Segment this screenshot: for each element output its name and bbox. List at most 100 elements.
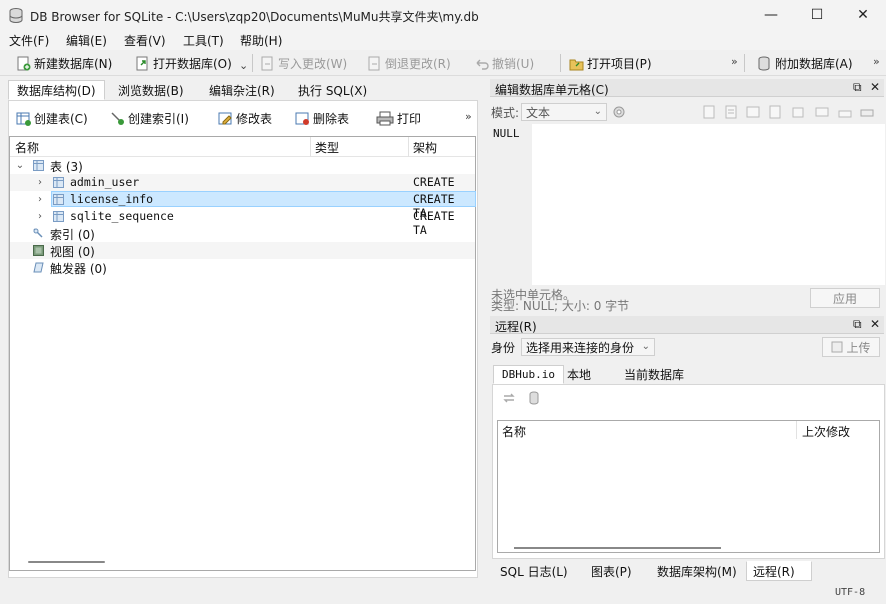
tab-current-database[interactable]: 当前数据库 bbox=[624, 366, 684, 383]
print-button[interactable]: 打印 bbox=[376, 108, 421, 128]
menu-view[interactable]: 查看(V) bbox=[124, 32, 166, 49]
table-name: license_info bbox=[70, 192, 154, 206]
horizontal-scrollbar[interactable] bbox=[514, 547, 721, 549]
menu-help[interactable]: 帮助(H) bbox=[240, 32, 282, 49]
export-file-icon[interactable] bbox=[724, 105, 738, 119]
tab-database-structure[interactable]: 数据库结构(D) bbox=[8, 80, 105, 100]
table-icon bbox=[53, 194, 64, 205]
printer-icon bbox=[376, 111, 394, 125]
auto-format-gear-icon[interactable] bbox=[612, 105, 626, 119]
modify-table-button[interactable]: 修改表 bbox=[218, 108, 272, 128]
remote-column-name[interactable]: 名称 bbox=[502, 423, 526, 440]
write-changes-button[interactable]: 写入更改(W) bbox=[260, 53, 347, 73]
column-divider bbox=[310, 137, 311, 157]
mode-select-value: 文本 bbox=[526, 105, 551, 120]
tab-edit-pragmas[interactable]: 编辑杂注(R) bbox=[200, 80, 284, 100]
tree-row-indices[interactable]: 索引 (0) bbox=[10, 225, 475, 242]
close-panel-icon[interactable]: ✕ bbox=[870, 317, 880, 331]
undo-button[interactable]: 撤销(U) bbox=[474, 53, 534, 73]
autoformat-icon[interactable] bbox=[815, 105, 829, 119]
create-index-button[interactable]: 创建索引(I) bbox=[110, 108, 189, 128]
close-button[interactable]: ✕ bbox=[840, 0, 886, 30]
tree-header: 名称 类型 架构 bbox=[10, 137, 475, 157]
identity-select[interactable]: 选择用来连接的身份 ⌄ bbox=[521, 338, 655, 356]
new-database-label: 新建数据库(N) bbox=[34, 56, 113, 71]
tree-row-triggers[interactable]: 触发器 (0) bbox=[10, 259, 475, 276]
table-group-icon bbox=[33, 160, 44, 171]
close-panel-icon[interactable]: ✕ bbox=[870, 80, 880, 94]
title-bar: DB Browser for SQLite - C:\Users\zqp20\D… bbox=[0, 0, 886, 30]
revert-changes-icon bbox=[368, 56, 380, 70]
tab-browse-data[interactable]: 浏览数据(B) bbox=[109, 80, 193, 100]
remote-column-last-modified[interactable]: 上次修改 bbox=[802, 423, 850, 440]
upload-button[interactable]: 上传 bbox=[822, 337, 880, 357]
float-panel-icon[interactable]: ⧉ bbox=[853, 317, 862, 332]
tab-local[interactable]: 本地 bbox=[567, 366, 591, 383]
schema-tree[interactable]: 名称 类型 架构 ⌄ 表 (3) › admin_user CREATE TA … bbox=[9, 136, 476, 571]
tab-execute-sql[interactable]: 执行 SQL(X) bbox=[289, 80, 376, 100]
column-header-name[interactable]: 名称 bbox=[15, 139, 39, 156]
set-null-icon[interactable] bbox=[838, 105, 852, 119]
horizontal-scrollbar[interactable] bbox=[28, 561, 105, 563]
revert-changes-label: 倒退更改(R) bbox=[385, 56, 451, 71]
clone-database-icon[interactable] bbox=[528, 391, 542, 405]
attach-database-button[interactable]: 附加数据库(A) bbox=[757, 53, 853, 73]
mode-label: 模式: bbox=[491, 106, 520, 120]
tree-row-table[interactable]: › admin_user CREATE TA bbox=[10, 174, 475, 203]
toolbar-separator bbox=[560, 54, 561, 72]
cell-editor[interactable]: NULL bbox=[490, 124, 885, 285]
toolbar-overflow-icon[interactable]: » bbox=[731, 55, 738, 68]
toolbar-separator bbox=[252, 54, 253, 72]
menu-tools[interactable]: 工具(T) bbox=[183, 32, 224, 49]
toolbar-separator bbox=[744, 54, 745, 72]
tree-row-table-selected[interactable]: › license_info CREATE TA bbox=[10, 191, 476, 220]
expand-chevron-icon[interactable]: › bbox=[34, 208, 46, 225]
toolbar-overflow-icon-2[interactable]: » bbox=[873, 55, 880, 68]
modify-table-label: 修改表 bbox=[236, 111, 273, 126]
tab-plot[interactable]: 图表(P) bbox=[585, 561, 638, 581]
column-header-type[interactable]: 类型 bbox=[315, 139, 339, 156]
open-database-dropdown-icon[interactable]: ⌄ bbox=[239, 59, 248, 72]
word-wrap-icon[interactable] bbox=[768, 105, 782, 119]
tree-row-tables[interactable]: ⌄ 表 (3) bbox=[10, 157, 475, 174]
structure-toolbar-overflow-icon[interactable]: » bbox=[465, 110, 472, 123]
float-panel-icon[interactable]: ⧉ bbox=[853, 80, 862, 95]
tree-row-table[interactable]: › sqlite_sequence CREATE TA bbox=[10, 208, 475, 237]
apply-button[interactable]: 应用 bbox=[810, 288, 880, 308]
open-database-button[interactable]: 打开数据库(O) bbox=[135, 53, 232, 73]
image-icon[interactable] bbox=[746, 105, 760, 119]
mode-select[interactable]: 文本 ⌄ bbox=[521, 103, 607, 121]
revert-changes-button[interactable]: 倒退更改(R) bbox=[367, 53, 451, 73]
cell-editor-content: NULL bbox=[493, 127, 520, 140]
open-database-icon bbox=[136, 56, 148, 70]
delete-table-button[interactable]: 删除表 bbox=[295, 108, 349, 128]
import-file-icon[interactable] bbox=[702, 105, 716, 119]
create-index-label: 创建索引(I) bbox=[128, 111, 189, 126]
open-project-button[interactable]: 打开项目(P) bbox=[569, 53, 652, 73]
expand-chevron-icon[interactable]: › bbox=[34, 191, 46, 208]
print-cell-icon[interactable] bbox=[860, 105, 874, 119]
indices-group-label: 索引 (0) bbox=[50, 228, 95, 242]
open-external-icon[interactable] bbox=[792, 105, 806, 119]
tree-row-views[interactable]: 视图 (0) bbox=[10, 242, 475, 259]
minimize-button[interactable]: — bbox=[748, 0, 794, 30]
column-header-schema[interactable]: 架构 bbox=[413, 139, 437, 156]
create-table-button[interactable]: 创建表(C) bbox=[16, 108, 88, 128]
tab-remote[interactable]: 远程(R) bbox=[746, 561, 812, 581]
expand-chevron-icon[interactable]: › bbox=[34, 174, 46, 191]
maximize-button[interactable]: ☐ bbox=[794, 0, 840, 30]
chevron-down-icon: ⌄ bbox=[641, 341, 650, 352]
menu-edit[interactable]: 编辑(E) bbox=[66, 32, 107, 49]
database-app-icon bbox=[9, 8, 23, 23]
table-icon bbox=[53, 177, 64, 188]
undo-label: 撤销(U) bbox=[492, 56, 535, 71]
refresh-sync-icon[interactable] bbox=[502, 391, 516, 405]
tab-sql-log[interactable]: SQL 日志(L) bbox=[494, 561, 574, 581]
remote-file-list[interactable]: 名称 上次修改 bbox=[497, 420, 880, 553]
collapse-chevron-icon[interactable]: ⌄ bbox=[14, 157, 26, 174]
tab-dbhub[interactable]: DBHub.io bbox=[493, 365, 564, 384]
tab-db-schema[interactable]: 数据库架构(M) bbox=[651, 561, 743, 581]
tab-db-schema-label: 数据库架构(M) bbox=[657, 564, 737, 579]
new-database-button[interactable]: 新建数据库(N) bbox=[16, 53, 112, 73]
menu-file[interactable]: 文件(F) bbox=[9, 32, 49, 49]
